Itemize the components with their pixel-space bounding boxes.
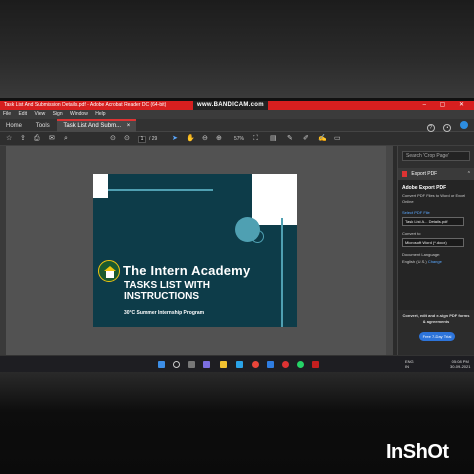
menu-window[interactable]: Window xyxy=(70,111,88,117)
chrome-icon[interactable] xyxy=(252,361,259,368)
export-pdf-header[interactable]: Export PDF ⌃ xyxy=(398,168,474,180)
menu-bar: File Edit View Sign Window Help xyxy=(0,110,474,119)
select-cursor-icon[interactable]: ➤ xyxy=(172,132,178,146)
tray-region: IN xyxy=(405,364,409,369)
slide-subtitle-line2: INSTRUCTIONS xyxy=(124,291,199,302)
scroll-mode-icon[interactable]: ▤ xyxy=(270,132,277,146)
tab-document-label: Task List And Subm... xyxy=(63,123,122,129)
decor-circle-ring xyxy=(251,230,264,243)
task-view-icon[interactable] xyxy=(188,361,195,368)
acrobat-icon[interactable] xyxy=(312,361,319,368)
bandicam-watermark: www.BANDICAM.com xyxy=(193,101,268,110)
taskbar-search-icon[interactable] xyxy=(173,361,180,368)
notification-icon[interactable]: • xyxy=(443,124,452,132)
toolbar: ☆ ⇪ ⎙ ✉ ⌕ ⊙ ⊙ 1 / 29 ➤ ✋ ⊖ ⊕ 57% ⛶ ▤ ✎ ✐… xyxy=(0,132,474,146)
pdf-page: The Intern Academy TASKS LIST WITH INSTR… xyxy=(93,174,297,327)
menu-sign[interactable]: Sign xyxy=(53,111,63,117)
free-trial-button[interactable]: Free 7-Day Trial xyxy=(419,332,455,341)
tray-date: 30-09-2021 xyxy=(450,364,471,369)
menu-edit[interactable]: Edit xyxy=(18,111,27,117)
comment-icon[interactable]: ✎ xyxy=(287,132,293,146)
export-pdf-icon xyxy=(402,170,407,177)
tray-clock[interactable]: 05:08 PM 30-09-2021 xyxy=(450,359,470,369)
zoom-in-icon[interactable]: ⊕ xyxy=(216,132,222,146)
menu-view[interactable]: View xyxy=(34,111,45,117)
slide-program: 30°C Summer Internship Program xyxy=(124,310,205,316)
panel-footer: Convert, edit and e-sign PDF forms & agr… xyxy=(398,310,474,355)
start-icon[interactable] xyxy=(158,361,165,368)
change-language-link[interactable]: Change xyxy=(428,259,442,264)
fill-sign-icon[interactable]: ▭ xyxy=(334,132,341,146)
file-explorer-icon[interactable] xyxy=(220,361,227,368)
blurred-background-top xyxy=(0,0,474,98)
decor-square-top-right xyxy=(252,174,297,225)
footer-promo-text: Convert, edit and e-sign PDF forms & agr… xyxy=(402,313,470,324)
export-pdf-header-label: Export PDF xyxy=(411,171,438,177)
tools-search-input[interactable]: Search 'Crop Page' xyxy=(402,151,470,161)
export-section-title: Adobe Export PDF xyxy=(402,185,447,191)
fit-page-icon[interactable]: ⛶ xyxy=(253,132,258,146)
export-description: Convert PDF Files to Word or Excel Onlin… xyxy=(402,193,466,204)
upload-icon[interactable]: ⇪ xyxy=(20,132,26,146)
next-page-icon[interactable]: ⊙ xyxy=(124,132,130,146)
export-pdf-body: Adobe Export PDF Convert PDF Files to Wo… xyxy=(398,180,474,310)
page-number-input[interactable]: 1 xyxy=(138,136,146,143)
selected-file-field[interactable]: Task List A... Details.pdf xyxy=(402,217,464,226)
convert-to-label: Convert to xyxy=(402,231,421,236)
select-file-label[interactable]: Select PDF File xyxy=(402,210,430,215)
system-tray[interactable]: ENG IN xyxy=(405,359,414,369)
language-row: English (U.S.) Change xyxy=(402,259,442,264)
tab-close-icon[interactable]: × xyxy=(127,123,131,129)
widgets-icon[interactable] xyxy=(203,361,210,368)
sign-in-icon[interactable] xyxy=(460,121,468,129)
prev-page-icon[interactable]: ⊙ xyxy=(110,132,116,146)
document-viewport[interactable]: The Intern Academy TASKS LIST WITH INSTR… xyxy=(0,146,393,355)
decor-line-top xyxy=(108,189,213,191)
window-title: Task List And Submission Details.pdf - A… xyxy=(4,102,167,108)
windows-taskbar: ENG IN 05:08 PM 30-09-2021 xyxy=(0,355,474,372)
slide-title: The Intern Academy xyxy=(123,263,251,278)
language-label: Document Language: xyxy=(402,252,441,257)
chevron-up-icon[interactable]: ⌃ xyxy=(467,168,471,180)
zoom-out-icon[interactable]: ⊖ xyxy=(202,132,208,146)
zoom-level[interactable]: 57% xyxy=(234,132,244,146)
menu-help[interactable]: Help xyxy=(95,111,105,117)
mail-icon[interactable]: ✉ xyxy=(49,132,55,146)
whatsapp-icon[interactable] xyxy=(297,361,304,368)
decor-square-top-left xyxy=(93,174,108,198)
left-panel-toggle[interactable] xyxy=(0,146,6,355)
signature-icon[interactable]: ✍ xyxy=(318,132,327,146)
screen-capture: Task List And Submission Details.pdf - A… xyxy=(0,101,474,372)
slide-subtitle-line1: TASKS LIST WITH xyxy=(124,280,210,291)
tab-document[interactable]: Task List And Subm... × xyxy=(57,119,137,132)
window-controls[interactable]: – ▢ ✕ xyxy=(423,101,470,110)
menu-file[interactable]: File xyxy=(3,111,11,117)
inshot-watermark: InShOt xyxy=(386,441,449,463)
video-frame: Task List And Submission Details.pdf - A… xyxy=(0,0,474,474)
highlight-icon[interactable]: ✐ xyxy=(303,132,309,146)
record-icon[interactable] xyxy=(282,361,289,368)
edge-icon[interactable] xyxy=(236,361,243,368)
nav-bar: Home Tools Task List And Subm... × ? • xyxy=(0,119,474,132)
vertical-scrollbar[interactable] xyxy=(386,146,393,355)
search-icon[interactable]: ⌕ xyxy=(64,132,68,146)
convert-to-select[interactable]: Microsoft Word (*.docx) xyxy=(402,238,464,247)
print-icon[interactable]: ⎙ xyxy=(34,132,40,146)
star-icon[interactable]: ☆ xyxy=(6,132,12,146)
right-tools-panel: Search 'Crop Page' Export PDF ⌃ Adobe Ex… xyxy=(397,146,474,355)
hand-icon[interactable]: ✋ xyxy=(186,132,195,146)
language-value: English (U.S.) xyxy=(402,259,427,264)
vscode-icon[interactable] xyxy=(267,361,274,368)
academy-logo xyxy=(98,260,120,282)
page-total: / 29 xyxy=(149,136,158,142)
decor-line-right xyxy=(281,218,283,327)
help-icon[interactable]: ? xyxy=(426,124,435,132)
